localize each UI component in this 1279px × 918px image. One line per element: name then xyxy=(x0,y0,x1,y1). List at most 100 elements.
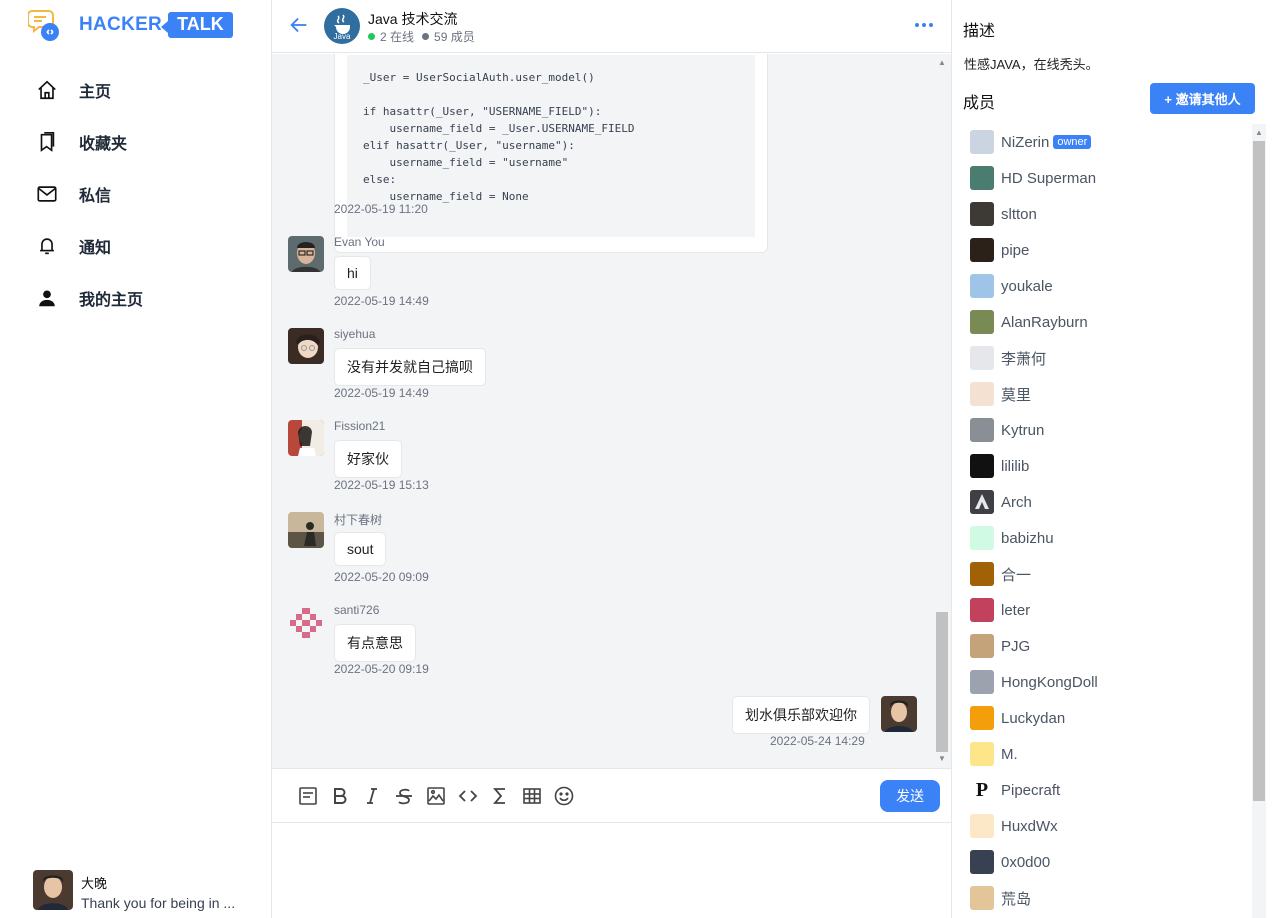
group-meta: 2 在线 59 成员 xyxy=(368,28,475,45)
heading-tool[interactable] xyxy=(292,783,324,809)
scroll-up-arrow-icon[interactable]: ▲ xyxy=(1255,128,1263,137)
member-item[interactable]: pipe xyxy=(970,232,1029,268)
svg-text:Java: Java xyxy=(334,32,351,41)
member-item[interactable]: HD Superman xyxy=(970,160,1096,196)
logo[interactable]: HACKER TALK xyxy=(27,8,233,42)
member-item[interactable]: leter xyxy=(970,592,1030,628)
online-count: 2 在线 xyxy=(380,30,415,44)
emoji-icon xyxy=(554,786,574,806)
more-options-icon[interactable] xyxy=(914,17,934,33)
avatar xyxy=(970,238,994,262)
back-arrow-icon[interactable] xyxy=(288,14,310,36)
sender-name: Fission21 xyxy=(334,419,386,433)
italic-tool[interactable] xyxy=(356,783,388,809)
nav-item-profile[interactable]: 我的主页 xyxy=(0,272,271,324)
avatar xyxy=(970,490,994,514)
member-item[interactable]: 合一 xyxy=(970,556,1031,592)
member-item[interactable]: 荒岛 xyxy=(970,880,1031,916)
member-item[interactable]: HuxdWx xyxy=(970,808,1058,844)
member-item[interactable]: lililib xyxy=(970,448,1029,484)
member-item[interactable]: M. xyxy=(970,736,1018,772)
member-item[interactable]: Arch xyxy=(970,484,1032,520)
nav-label: 收藏夹 xyxy=(79,136,128,153)
members-dot xyxy=(422,33,430,40)
member-scroll-thumb[interactable] xyxy=(1253,141,1265,801)
member-item[interactable]: Luckydan xyxy=(970,700,1065,736)
send-button[interactable]: 发送 xyxy=(880,780,940,812)
online-dot xyxy=(368,33,375,40)
scroll-up-arrow-icon[interactable]: ▲ xyxy=(937,58,947,68)
nav-item-messages[interactable]: 私信 xyxy=(0,168,271,220)
message-time: 2022-05-19 14:49 xyxy=(334,386,429,400)
message-time: 2022-05-20 09:09 xyxy=(334,570,429,584)
member-name: Arch xyxy=(1001,493,1032,511)
left-sidebar: HACKER TALK 主页 收藏夹 私信 通知 我的主页 大晚 Thank y… xyxy=(0,0,272,918)
member-name: AlanRayburn xyxy=(1001,313,1088,331)
nav-item-notifications[interactable]: 通知 xyxy=(0,220,271,272)
nav-label: 我的主页 xyxy=(79,292,144,309)
invite-button[interactable]: + 邀请其他人 xyxy=(1150,83,1255,114)
description-text: 性感JAVA，在线秃头。 xyxy=(964,57,1099,72)
message-list[interactable]: _User = UserSocialAuth.user_model() if h… xyxy=(272,54,951,768)
logo-badge: TALK xyxy=(161,12,233,38)
group-info-panel: 描述 性感JAVA，在线秃头。 成员 + 邀请其他人 NiZerin owner H… xyxy=(951,0,1279,918)
member-item[interactable]: HongKongDoll xyxy=(970,664,1098,700)
strikethrough-tool[interactable] xyxy=(388,783,420,809)
logo-chat-icon xyxy=(27,8,62,42)
formula-tool[interactable] xyxy=(484,783,516,809)
code-tool[interactable] xyxy=(452,783,484,809)
bold-tool[interactable] xyxy=(324,783,356,809)
member-item[interactable]: P Pipecraft xyxy=(970,772,1060,808)
avatar[interactable] xyxy=(288,420,324,456)
own-message-time: 2022-05-24 14:29 xyxy=(770,734,865,748)
strikethrough-icon xyxy=(396,788,412,805)
member-name: pipe xyxy=(1001,241,1030,259)
bookmark-icon xyxy=(40,132,55,152)
code-message-bubble: _User = UserSocialAuth.user_model() if h… xyxy=(334,54,768,253)
member-item[interactable]: AlanRayburn xyxy=(970,304,1088,340)
member-name: 莫里 xyxy=(1001,386,1032,404)
image-tool[interactable] xyxy=(420,783,452,809)
avatar[interactable] xyxy=(288,512,324,548)
message-time: 2022-05-19 11:20 xyxy=(334,202,428,216)
member-list[interactable]: NiZerin owner HD Superman sltton pipe youkale… xyxy=(952,124,1252,918)
current-user-card[interactable]: 大晚 Thank you for being in ... xyxy=(33,870,263,912)
emoji-tool[interactable] xyxy=(548,783,580,809)
avatar[interactable] xyxy=(288,604,324,640)
member-name: 荒岛 xyxy=(1001,890,1032,908)
member-item[interactable]: Kytrun xyxy=(970,412,1044,448)
message-composer: 发送 xyxy=(272,768,951,918)
user-icon xyxy=(39,290,55,307)
nav-item-home[interactable]: 主页 xyxy=(0,64,271,116)
member-item[interactable]: PJG xyxy=(970,628,1030,664)
member-item[interactable]: youkale xyxy=(970,268,1053,304)
description-heading: 描述 xyxy=(963,23,996,40)
member-name: PJG xyxy=(1001,637,1031,655)
avatar[interactable] xyxy=(881,696,917,732)
group-title: Java 技术交流 xyxy=(368,11,458,27)
member-item[interactable]: babizhu xyxy=(970,520,1054,556)
member-item[interactable]: NiZerin owner xyxy=(970,124,1092,160)
sender-name: siyehua xyxy=(334,327,376,341)
scroll-down-arrow-icon[interactable]: ▼ xyxy=(937,754,947,764)
message-bubble: 有点意思 xyxy=(334,624,416,662)
chat-panel: Java Java 技术交流 2 在线 59 成员 _User = UserSo… xyxy=(272,0,951,918)
message-scroll-thumb[interactable] xyxy=(936,612,948,752)
message-input[interactable] xyxy=(272,823,951,918)
group-avatar: Java xyxy=(324,8,360,44)
member-name: HD Superman xyxy=(1001,169,1097,187)
avatar[interactable] xyxy=(288,236,324,272)
avatar[interactable] xyxy=(288,328,324,364)
member-item[interactable]: 李萧何 xyxy=(970,340,1046,376)
nav-item-bookmarks[interactable]: 收藏夹 xyxy=(0,116,271,168)
member-item[interactable]: 0x0d00 xyxy=(970,844,1050,880)
avatar xyxy=(970,850,994,874)
member-item[interactable]: 莫里 xyxy=(970,376,1031,412)
avatar xyxy=(970,670,994,694)
member-item[interactable]: sltton xyxy=(970,196,1037,232)
avatar xyxy=(33,870,73,910)
member-name: 合一 xyxy=(1001,566,1032,584)
table-tool[interactable] xyxy=(516,783,548,809)
member-name: 0x0d00 xyxy=(1001,853,1051,871)
avatar xyxy=(970,562,994,586)
